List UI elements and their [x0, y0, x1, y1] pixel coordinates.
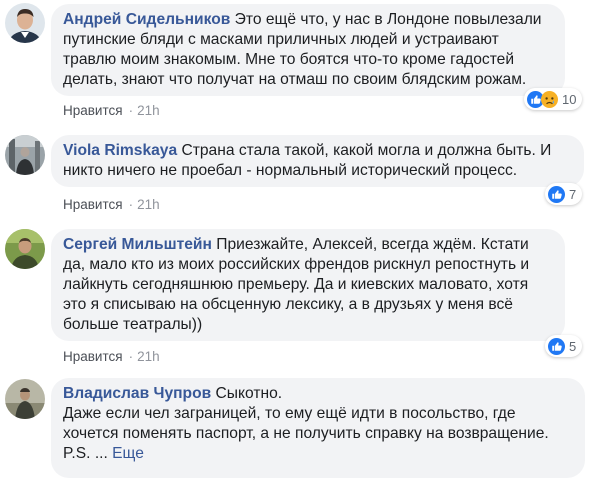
comment-author[interactable]: Владислав Чупров [63, 385, 211, 402]
reactions-badge[interactable]: 7 [545, 183, 583, 205]
comment-meta: Нравится · 21h [63, 103, 160, 118]
timestamp[interactable]: 21h [137, 197, 160, 212]
comment-bubble: Владислав Чупров Сыкотно. Даже если чел … [51, 378, 585, 478]
reactions-badge[interactable]: 10 [524, 88, 583, 110]
avatar[interactable] [5, 379, 45, 419]
comment-meta: Нравится · 21h [63, 197, 160, 212]
comment-bubble: Сергей Мильштейн Приезжайте, Алексей, вс… [51, 229, 565, 341]
separator-dot: · [128, 349, 134, 364]
reaction-count: 5 [569, 338, 577, 354]
like-link[interactable]: Нравится [63, 197, 123, 212]
comment-author[interactable]: Сергей Мильштейн [63, 236, 212, 253]
separator-dot: · [128, 197, 134, 212]
avatar[interactable] [5, 135, 45, 175]
like-link[interactable]: Нравится [63, 103, 123, 118]
reaction-count: 7 [569, 186, 577, 202]
reactions-badge[interactable]: 5 [545, 335, 583, 357]
like-icon [548, 185, 565, 203]
like-link[interactable]: Нравится [63, 349, 123, 364]
timestamp[interactable]: 21h [137, 103, 160, 118]
avatar[interactable] [5, 229, 45, 269]
comment-bubble: Андрей Сидельников Это ещё что, у нас в … [51, 4, 565, 96]
ellipsis: ... [94, 445, 108, 462]
comment-bubble: Viola Rimskaya Страна стала такой, какой… [51, 135, 584, 187]
comment-author[interactable]: Андрей Сидельников [63, 11, 230, 28]
separator-dot: · [128, 103, 134, 118]
like-icon [548, 337, 565, 355]
comment-text-tail: P.S. [63, 445, 91, 462]
sad-icon [541, 90, 558, 108]
comment-author[interactable]: Viola Rimskaya [63, 142, 177, 159]
see-more-link[interactable]: Еще [112, 445, 144, 462]
comment-text-continued: Даже если чел заграницей, то ему ещё идт… [63, 405, 549, 442]
avatar[interactable] [5, 3, 45, 43]
timestamp[interactable]: 21h [137, 349, 160, 364]
comment-meta: Нравится · 21h [63, 349, 160, 364]
comment-text: Сыкотно. [215, 385, 283, 402]
reaction-count: 10 [562, 91, 577, 107]
